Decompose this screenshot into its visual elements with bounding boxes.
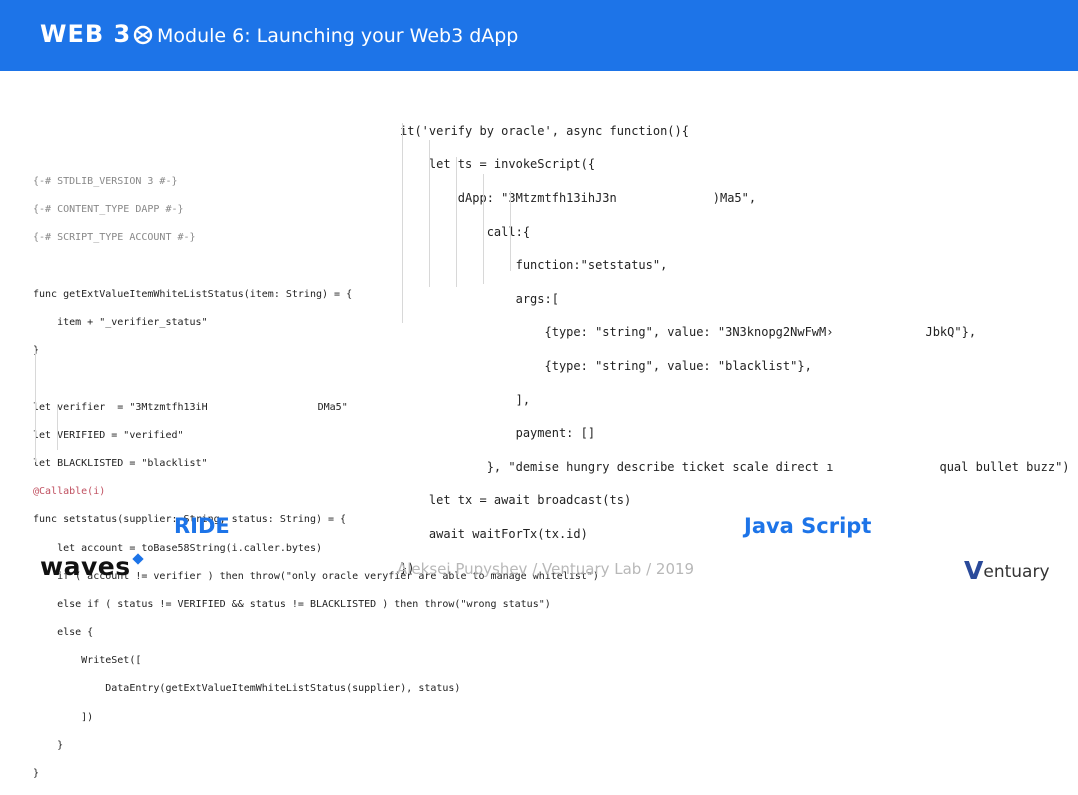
web3-globe-icon bbox=[134, 25, 153, 45]
code-line: let tx = await broadcast(ts) bbox=[400, 493, 632, 508]
slide-title: Module 6: Launching your Web3 dApp bbox=[157, 25, 519, 47]
indent-guide bbox=[402, 123, 403, 323]
code-line: {type: "string", value: "3N3knopg2NwFwM›… bbox=[400, 324, 1070, 341]
code-line: } bbox=[33, 768, 40, 780]
code-fragment: dApp: "3Mtzmtfh13ihJ3n bbox=[400, 190, 617, 205]
ventuary-logo-v: V bbox=[964, 556, 984, 585]
code-line: call:{ bbox=[400, 224, 531, 239]
header-bar: WEB 3 Module 6: Launching your Web3 dApp bbox=[0, 0, 1078, 71]
indent-guide bbox=[483, 174, 484, 284]
code-fragment: JbkQ"}, bbox=[925, 325, 977, 340]
code-line: dApp: "3Mtzmtfh13ihJ3n )Ma5", bbox=[400, 190, 1070, 207]
code-fragment: DMa5" bbox=[317, 401, 348, 413]
ventuary-logo-text: entuary bbox=[983, 562, 1050, 582]
indent-guide bbox=[57, 404, 58, 450]
indent-guide bbox=[510, 191, 511, 271]
code-line: DataEntry(getExtValueItemWhiteListStatus… bbox=[33, 683, 461, 695]
code-fragment: }, "demise hungry describe ticket scale … bbox=[400, 459, 834, 474]
code-line: else if ( status != VERIFIED && status !… bbox=[33, 598, 551, 610]
indent-guide bbox=[429, 140, 430, 287]
code-line: ]) bbox=[33, 711, 94, 723]
code-fragment: let verifier = "3Mtzmtfh13iH bbox=[33, 401, 208, 413]
code-line: it('verify by oracle', async function(){ bbox=[400, 123, 689, 138]
code-line: } bbox=[33, 739, 64, 751]
code-line: }, "demise hungry describe ticket scale … bbox=[400, 459, 1070, 476]
code-line: WriteSet([ bbox=[33, 655, 142, 667]
code-fragment: qual bullet buzz") bbox=[939, 459, 1070, 474]
footer-credit: Aleksei Pupyshev / Ventuary Lab / 2019 bbox=[397, 560, 695, 578]
code-line: function:"setstatus", bbox=[400, 258, 668, 273]
code-line: payment: [] bbox=[400, 426, 596, 441]
js-label: Java Script bbox=[744, 514, 872, 538]
indent-guide bbox=[456, 157, 457, 287]
code-line: args:[ bbox=[400, 291, 559, 306]
ventuary-logo: Ventuary bbox=[964, 556, 1050, 585]
code-fragment: )Ma5", bbox=[712, 190, 757, 205]
code-line: ], bbox=[400, 392, 531, 407]
web3-logo-text: WEB 3 bbox=[40, 20, 132, 48]
waves-logo: waves bbox=[40, 552, 131, 581]
code-line: let ts = invokeScript({ bbox=[400, 157, 596, 172]
code-line: await waitForTx(tx.id) bbox=[400, 526, 588, 541]
code-line: {type: "string", value: "blacklist"}, bbox=[400, 358, 812, 373]
code-fragment: {type: "string", value: "3N3knopg2NwFwM› bbox=[400, 325, 834, 340]
web3-logo: WEB 3 bbox=[40, 20, 153, 48]
indent-guide bbox=[35, 348, 36, 462]
code-line: else { bbox=[33, 627, 94, 639]
ride-label: RIDE bbox=[174, 514, 230, 538]
js-code-block: it('verify by oracle', async function(){… bbox=[400, 106, 1070, 593]
